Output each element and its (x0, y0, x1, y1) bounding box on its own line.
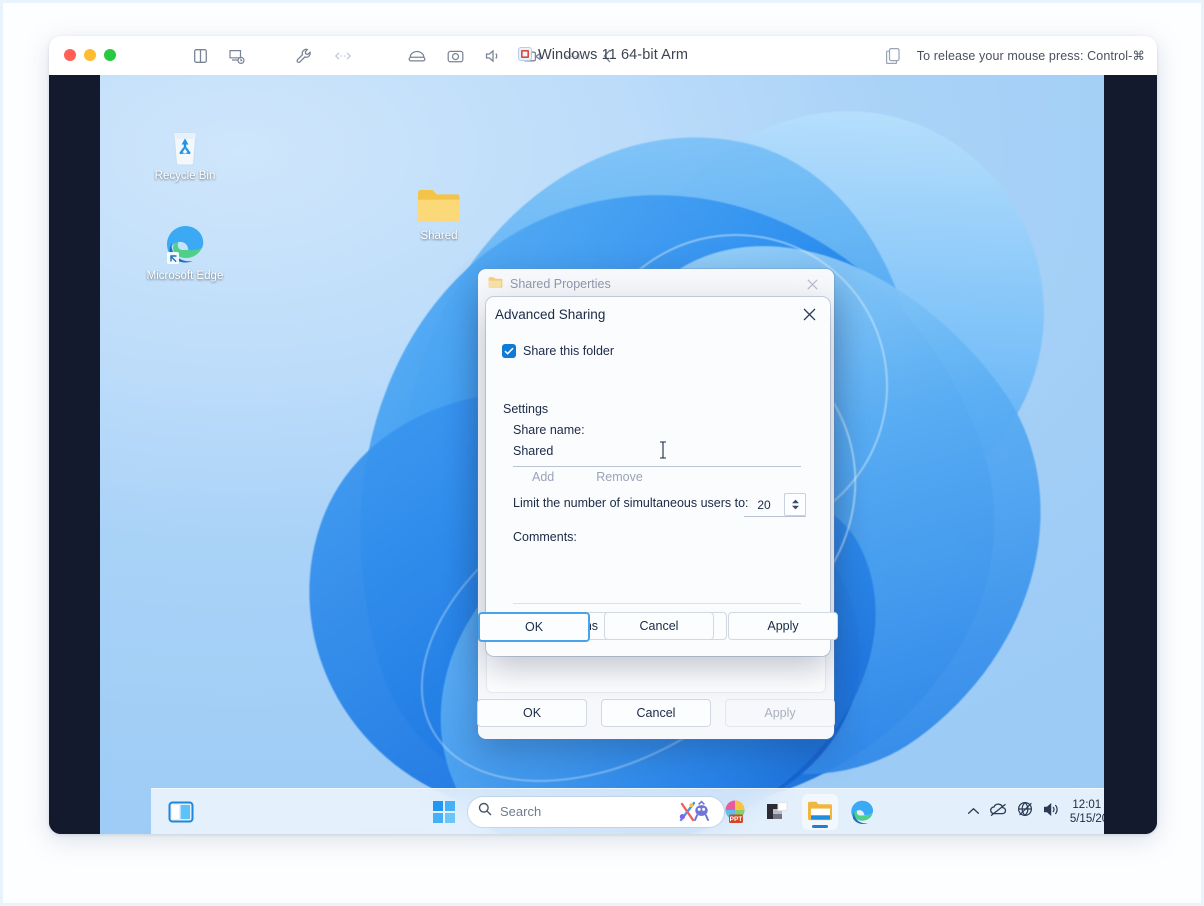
properties-cancel-button[interactable]: Cancel (601, 699, 711, 727)
network-globe-icon[interactable] (1017, 801, 1034, 823)
spinner-up-icon (791, 499, 800, 504)
desktop-icon-label: Recycle Bin (155, 170, 216, 182)
vm-screen: Recycle Bin Micros (49, 75, 1157, 834)
share-this-folder-checkbox[interactable]: Share this folder (502, 344, 614, 358)
taskbar-center-group: Search (151, 793, 1104, 830)
svg-text:PPT: PPT (730, 816, 743, 823)
clock-date: 5/15/2024 (1070, 812, 1104, 826)
windows-desktop[interactable]: Recycle Bin Micros (100, 75, 1104, 834)
desktop-icon-shared-folder[interactable]: Shared (393, 180, 485, 243)
advanced-title-text: Advanced Sharing (495, 307, 605, 322)
properties-titlebar: Shared Properties (478, 269, 834, 299)
desktop-icon-label: Microsoft Edge (147, 270, 224, 282)
screenshot-root: Windows 11 64-bit Arm To release your mo… (0, 0, 1204, 906)
advanced-ok-button[interactable]: OK (478, 612, 590, 642)
share-this-folder-label: Share this folder (523, 344, 614, 358)
edge-icon (850, 799, 875, 824)
clock-time: 12:01 AM (1070, 798, 1104, 812)
text-cursor-icon (658, 441, 659, 457)
properties-ok-button[interactable]: OK (477, 699, 587, 727)
volume-icon[interactable] (1043, 802, 1061, 822)
taskbar-system-tray: 12:01 AM 5/15/2024 (967, 789, 1104, 834)
taskbar-app-photos[interactable] (760, 794, 796, 830)
start-windows-icon (433, 801, 455, 823)
cloud-off-icon[interactable] (989, 802, 1008, 822)
advanced-apply-button[interactable]: Apply (728, 612, 838, 640)
desktop-icon-microsoft-edge[interactable]: Microsoft Edge (139, 220, 231, 283)
vm-machine-icon (518, 47, 532, 65)
spinner-down-icon (791, 505, 800, 510)
vm-title-text: Windows 11 64-bit Arm (538, 47, 688, 63)
taskbar-app-copilot[interactable] (676, 794, 712, 830)
start-button[interactable] (426, 794, 462, 830)
properties-close-button[interactable] (790, 269, 834, 299)
advanced-button-row: OK Cancel Apply (486, 612, 830, 642)
properties-button-row: OK Cancel Apply (478, 699, 834, 727)
search-icon (478, 802, 492, 821)
folder-icon (488, 276, 503, 292)
search-input[interactable]: Search (500, 804, 541, 819)
advanced-divider (513, 603, 801, 604)
desktop-icon-recycle-bin[interactable]: Recycle Bin (139, 120, 231, 183)
settings-group-label: Settings (503, 402, 548, 416)
recycle-bin-icon (139, 120, 231, 166)
powerpoint-icon: PPT (723, 799, 749, 825)
copilot-icon (678, 800, 710, 824)
properties-title-text: Shared Properties (510, 277, 611, 291)
user-limit-spinner[interactable]: 20 (744, 493, 806, 517)
taskbar-app-edge[interactable] (844, 794, 880, 830)
vm-window: Windows 11 64-bit Arm To release your mo… (49, 36, 1157, 834)
add-share-button: Add (532, 470, 554, 484)
user-limit-value[interactable]: 20 (744, 498, 784, 512)
vm-toolbar: Windows 11 64-bit Arm To release your mo… (49, 36, 1157, 76)
folder-icon (393, 180, 485, 226)
screen-share-icon[interactable] (885, 47, 903, 65)
letterbox-left (49, 75, 100, 834)
checkbox-checked-icon (502, 344, 516, 358)
advanced-body: Share this folder Settings Share name: S… (486, 331, 830, 656)
advanced-close-button[interactable] (788, 297, 830, 331)
remove-share-button: Remove (596, 470, 643, 484)
photos-icon (765, 800, 791, 824)
taskbar-clock[interactable]: 12:01 AM 5/15/2024 (1070, 798, 1104, 826)
windows-taskbar: Search (151, 788, 1104, 834)
comments-label: Comments: (513, 530, 577, 544)
desktop-icon-label: Shared (420, 230, 457, 242)
share-name-label: Share name: (513, 423, 585, 437)
properties-apply-button: Apply (725, 699, 835, 727)
share-name-actions: Add Remove (532, 470, 643, 484)
release-mouse-hint: To release your mouse press: Control-⌘ (917, 48, 1145, 63)
file-explorer-icon (807, 800, 834, 823)
share-name-input[interactable]: Shared (513, 442, 801, 467)
advanced-titlebar: Advanced Sharing (486, 297, 830, 331)
chevron-up-icon[interactable] (967, 803, 980, 821)
advanced-cancel-button[interactable]: Cancel (604, 612, 714, 640)
taskbar-app-file-explorer[interactable] (802, 794, 838, 830)
advanced-sharing-dialog[interactable]: Advanced Sharing Share this folder Setti… (486, 297, 830, 656)
spinner-buttons[interactable] (784, 493, 806, 516)
taskbar-app-powerpoint[interactable]: PPT (718, 794, 754, 830)
comments-input[interactable] (513, 549, 801, 597)
letterbox-right (1104, 75, 1157, 834)
user-limit-label: Limit the number of simultaneous users t… (513, 496, 749, 510)
edge-icon (139, 220, 231, 266)
